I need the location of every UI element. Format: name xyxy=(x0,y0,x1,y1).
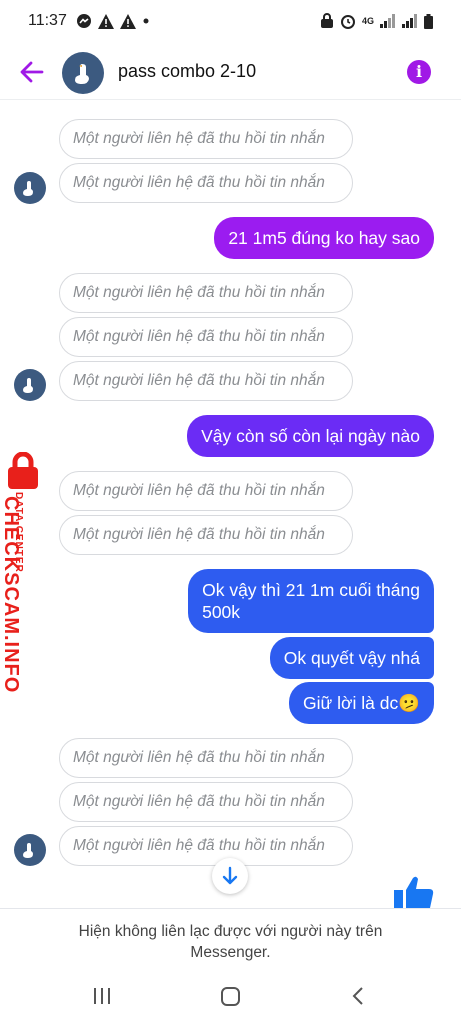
recalled-message: Một người liên hệ đã thu hồi tin nhắn xyxy=(59,471,353,511)
scroll-to-bottom-button[interactable] xyxy=(212,858,248,894)
padlock-icon xyxy=(8,452,38,489)
battery-icon xyxy=(424,13,433,29)
message-text: Giữ lời là dc xyxy=(303,693,399,713)
home-icon[interactable] xyxy=(221,987,240,1006)
contact-avatar-small xyxy=(14,369,46,401)
outgoing-message[interactable]: Ok quyết vậy nhá xyxy=(269,637,434,679)
system-icons: 4G xyxy=(320,13,433,29)
warning-icon xyxy=(98,13,114,29)
like-icon[interactable] xyxy=(390,872,438,912)
outgoing-message[interactable]: Ok vậy thì 21 1m cuối tháng 500k xyxy=(188,569,434,633)
message-line: 500k xyxy=(202,602,241,622)
status-time: 11:37 xyxy=(28,12,67,29)
warning-icon xyxy=(120,13,136,29)
notification-icons xyxy=(76,13,150,29)
recalled-message: Một người liên hệ đã thu hồi tin nhắn xyxy=(59,361,353,401)
contact-avatar-small xyxy=(14,834,46,866)
system-navigation-bar xyxy=(0,968,461,1024)
goose-avatar-icon xyxy=(23,843,33,858)
recalled-message: Một người liên hệ đã thu hồi tin nhắn xyxy=(59,826,353,866)
nav-back-icon[interactable] xyxy=(351,986,365,1006)
recalled-message: Một người liên hệ đã thu hồi tin nhắn xyxy=(59,738,353,778)
recent-apps-icon[interactable] xyxy=(92,988,112,1004)
outgoing-message[interactable]: 21 1m5 đúng ko hay sao xyxy=(214,217,434,259)
message-line: Ok vậy thì 21 1m cuối tháng xyxy=(202,580,420,600)
watermark-brand: CHECKSCAM.INFO xyxy=(0,496,22,694)
alarm-icon xyxy=(340,15,355,29)
message-list[interactable]: Một người liên hệ đã thu hồi tin nhắn Mộ… xyxy=(0,100,461,912)
network-type: 4G xyxy=(361,15,374,26)
unavailable-text: Hiện không liên lạc được với người này t… xyxy=(40,921,421,963)
goose-avatar-icon xyxy=(75,64,89,84)
recalled-message: Một người liên hệ đã thu hồi tin nhắn xyxy=(59,119,353,159)
goose-avatar-icon xyxy=(23,378,33,393)
recalled-message: Một người liên hệ đã thu hồi tin nhắn xyxy=(59,515,353,555)
outgoing-message[interactable]: Vậy còn số còn lại ngày nào xyxy=(187,415,434,457)
unavailable-notice: Hiện không liên lạc được với người này t… xyxy=(0,908,461,968)
lock-icon xyxy=(320,13,333,28)
conversation-header: pass combo 2-10 i xyxy=(0,44,461,100)
conversation-title[interactable]: pass combo 2-10 xyxy=(118,61,256,82)
recalled-message: Một người liên hệ đã thu hồi tin nhắn xyxy=(59,163,353,203)
signal-icon xyxy=(402,14,417,28)
recalled-message: Một người liên hệ đã thu hồi tin nhắn xyxy=(59,782,353,822)
outgoing-message[interactable]: Giữ lời là dc🫤 xyxy=(289,682,434,724)
messenger-notification-icon xyxy=(77,14,91,28)
back-arrow-icon[interactable] xyxy=(18,58,46,86)
dot-icon xyxy=(143,18,149,24)
recalled-message: Một người liên hệ đã thu hồi tin nhắn xyxy=(59,317,353,357)
recalled-message: Một người liên hệ đã thu hồi tin nhắn xyxy=(59,273,353,313)
goose-avatar-icon xyxy=(23,181,33,196)
info-icon[interactable]: i xyxy=(407,60,431,84)
signal-icon xyxy=(380,14,395,28)
emoji: 🫤 xyxy=(398,693,420,713)
watermark: DATA CENTER CHECKSCAM.INFO xyxy=(0,452,56,693)
status-bar: 11:37 4G xyxy=(0,0,461,44)
contact-avatar-small xyxy=(14,172,46,204)
unavailable-line: Hiện không liên lạc được với người này t… xyxy=(78,923,383,940)
unavailable-line: Messenger. xyxy=(190,944,271,961)
contact-avatar[interactable] xyxy=(62,52,104,94)
arrow-down-icon xyxy=(222,866,238,885)
